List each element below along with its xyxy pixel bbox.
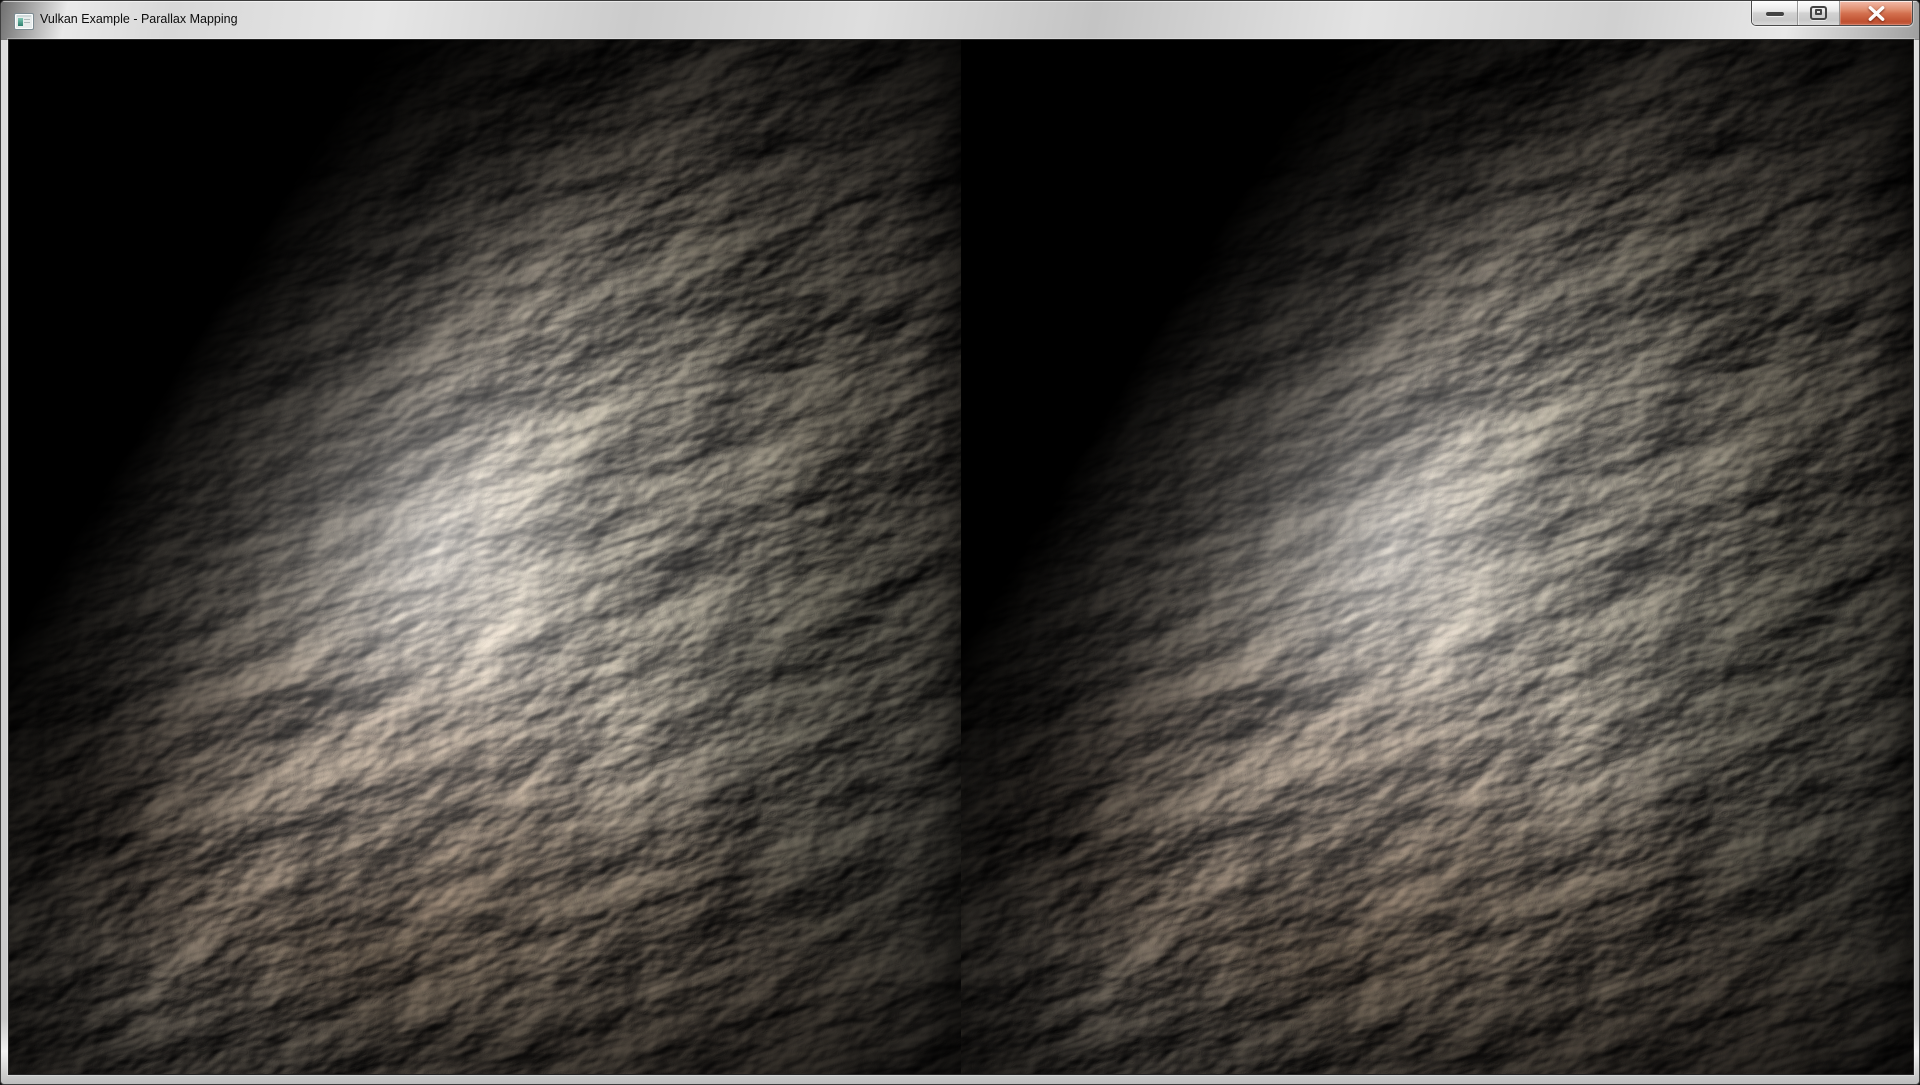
app-icon	[14, 13, 34, 30]
app-icon-titlestrip	[17, 15, 31, 17]
minimize-icon	[1766, 12, 1784, 16]
app-icon-teal-pane	[18, 18, 23, 26]
maximize-button[interactable]	[1798, 1, 1840, 25]
stone-wall-render-right	[961, 40, 1913, 1074]
render-pane-left[interactable]	[9, 40, 961, 1074]
render-viewport[interactable]	[9, 40, 1913, 1074]
render-pane-right[interactable]	[961, 40, 1913, 1074]
minimize-button[interactable]	[1752, 1, 1798, 25]
titlebar[interactable]: Vulkan Example - Parallax Mapping	[1, 1, 1919, 40]
close-button[interactable]	[1840, 1, 1912, 25]
maximize-icon	[1810, 6, 1827, 20]
window-controls	[1751, 1, 1913, 26]
app-window: Vulkan Example - Parallax Mapping	[0, 0, 1920, 1085]
maximize-icon-inner	[1815, 9, 1822, 15]
right-pane-dim-overlay	[961, 40, 1913, 1074]
app-icon-text-lines	[24, 19, 30, 25]
stone-wall-render-left	[9, 40, 961, 1074]
close-icon	[1867, 6, 1886, 21]
window-title: Vulkan Example - Parallax Mapping	[40, 1, 238, 40]
